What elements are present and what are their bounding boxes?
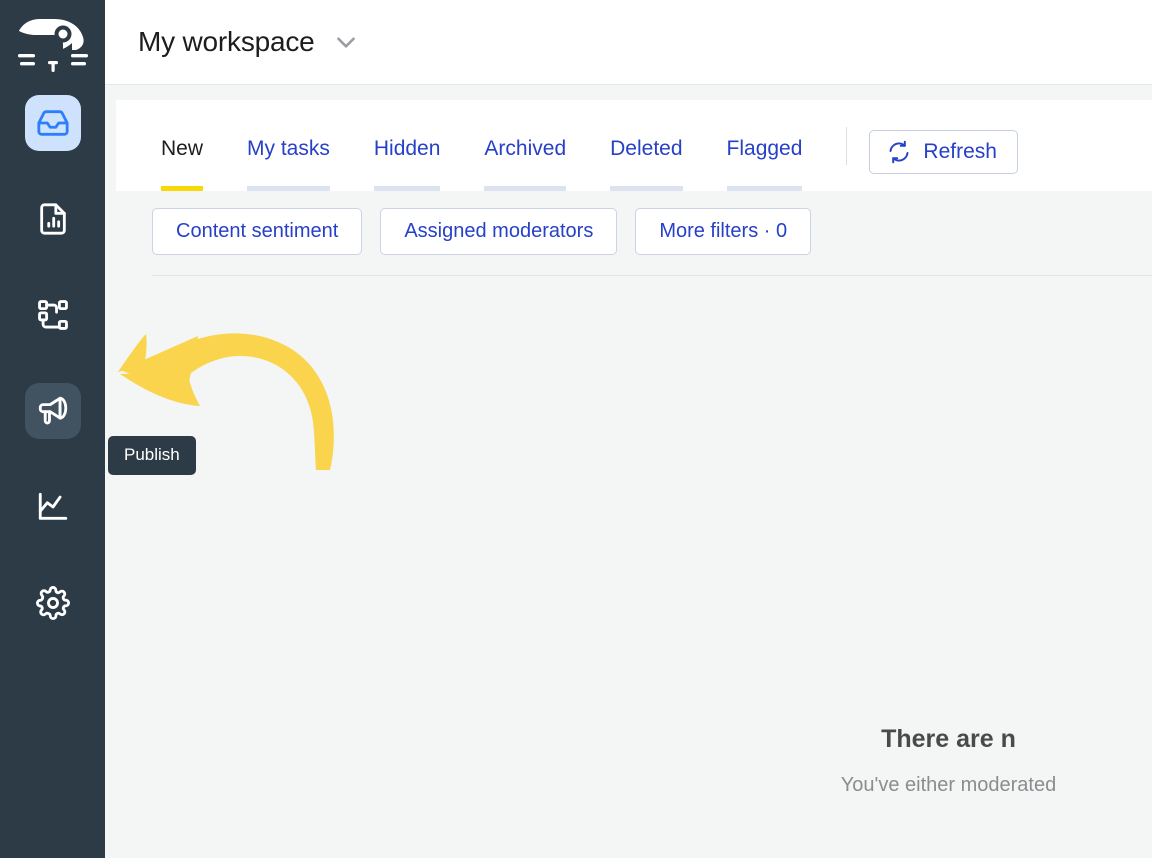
cat-whale-logo-icon [17,18,88,72]
filter-divider [152,275,1152,276]
tab-my-tasks[interactable]: My tasks [247,137,330,191]
inbox-icon [36,110,69,136]
refresh-icon [889,140,909,164]
workflow-nodes-icon [37,300,68,330]
sidebar-item-publish[interactable] [24,383,81,439]
document-chart-icon [39,203,66,235]
sidebar-item-analytics[interactable] [25,479,81,535]
empty-state: There are n You've either moderated [105,725,1152,797]
workspace-dropdown-button[interactable] [333,29,359,55]
megaphone-icon [38,396,67,425]
empty-state-title: There are n [881,725,1016,753]
publish-tooltip: Publish [108,436,196,475]
app-logo[interactable] [0,0,105,95]
app-root: My workspace New My tasks Hidden Archive… [0,0,1152,858]
chevron-down-icon [336,37,355,48]
toolbar-separator [846,127,848,165]
top-header: My workspace [105,0,1152,85]
tab-deleted[interactable]: Deleted [610,137,683,191]
line-chart-icon [38,492,67,520]
filter-chip-more-filters[interactable]: More filters · 0 [635,208,812,255]
filter-bar: Content sentiment Assigned moderators Mo… [152,208,812,255]
gear-icon [35,586,70,620]
tab-hidden[interactable]: Hidden [373,137,440,191]
sidebar [0,0,105,858]
tab-flagged[interactable]: Flagged [726,137,802,191]
filter-chip-content-sentiment[interactable]: Content sentiment [152,208,363,255]
tab-archived[interactable]: Archived [484,137,566,191]
tab-new[interactable]: New [161,137,204,191]
sidebar-item-reports[interactable] [25,191,81,247]
sidebar-item-inbox[interactable] [24,95,81,151]
sidebar-item-workflow[interactable] [25,287,81,343]
tab-list: New My tasks Hidden Archived Deleted Fla… [116,100,1152,191]
workspace-title: My workspace [138,26,315,57]
sidebar-item-settings[interactable] [25,575,81,631]
tab-bar-card: New My tasks Hidden Archived Deleted Fla… [116,100,1152,191]
filter-chip-assigned-moderators[interactable]: Assigned moderators [380,208,618,255]
refresh-label: Refresh [923,140,997,163]
refresh-button[interactable]: Refresh [869,130,1018,174]
empty-state-subtitle: You've either moderated [840,774,1057,796]
